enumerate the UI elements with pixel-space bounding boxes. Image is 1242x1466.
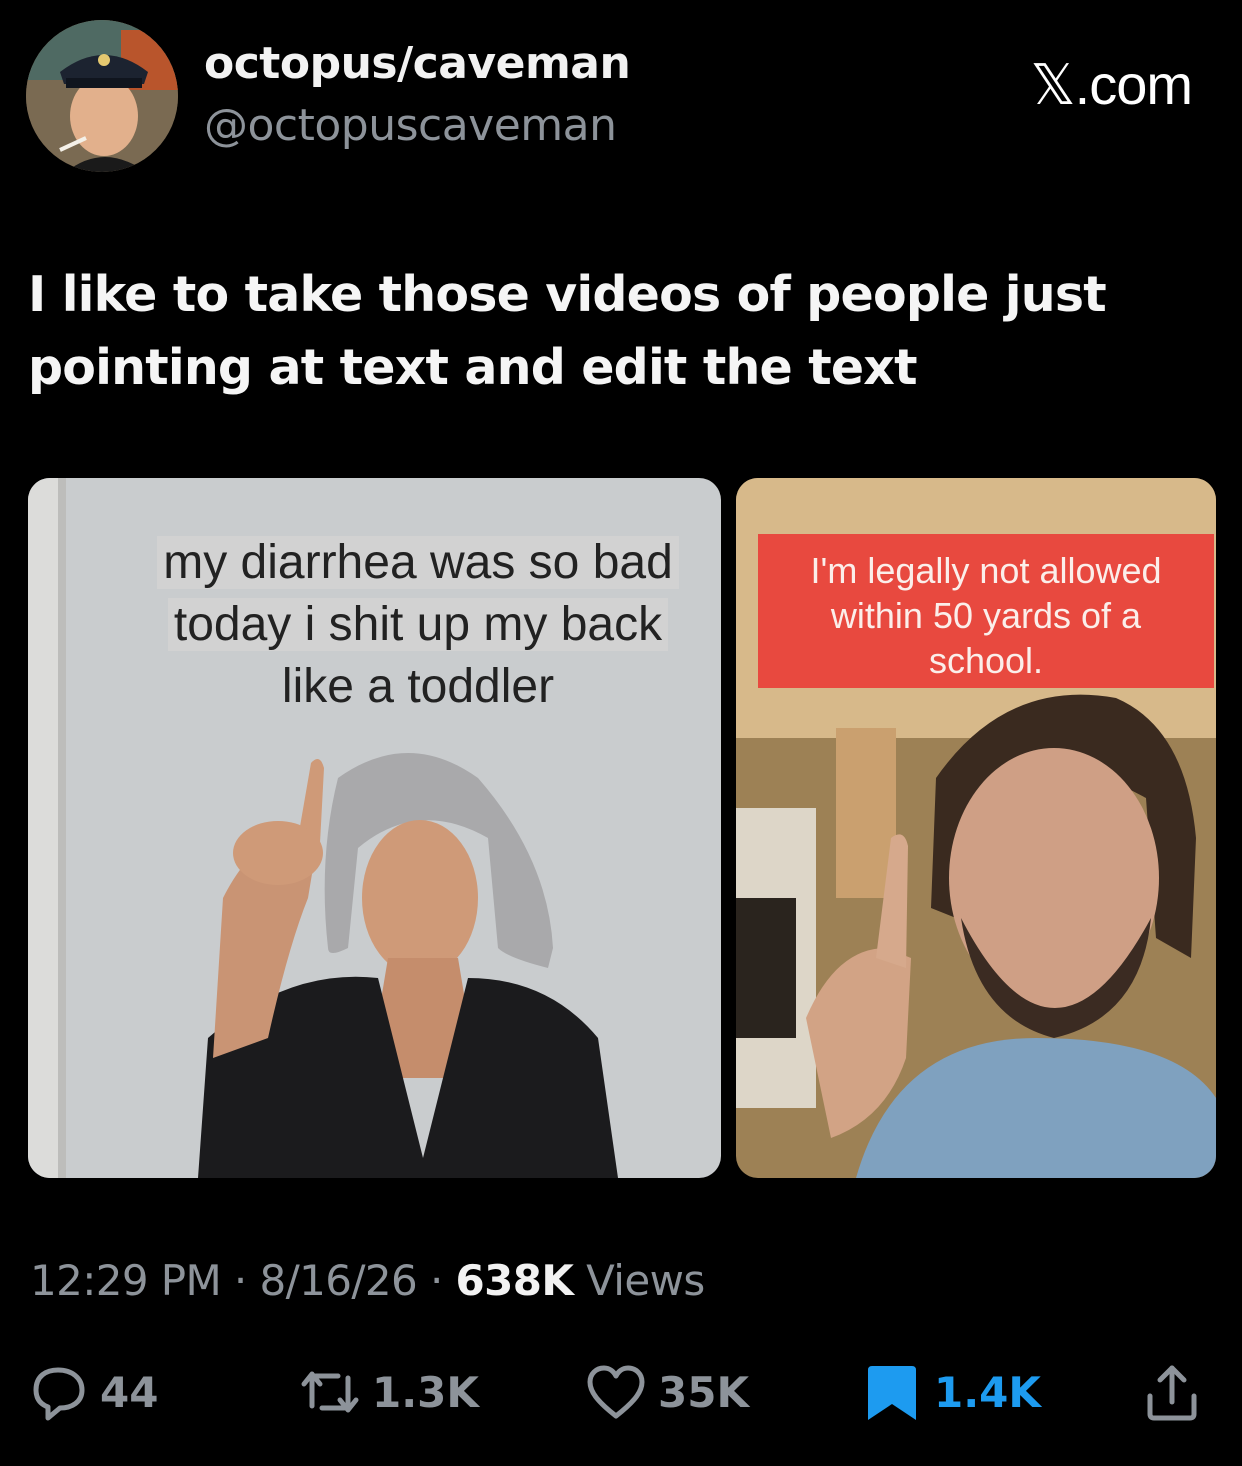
like-count: 35K bbox=[658, 1367, 749, 1417]
tweet-date[interactable]: 8/16/26 bbox=[259, 1256, 417, 1305]
caption-line: like a toddler bbox=[281, 660, 555, 713]
media-caption-left: my diarrhea was so bad today i shit up m… bbox=[113, 532, 721, 718]
meta-separator: · bbox=[233, 1256, 247, 1305]
share-icon bbox=[1140, 1362, 1204, 1422]
brand-logo: 𝕏.com bbox=[1030, 53, 1193, 116]
reply-count: 44 bbox=[100, 1367, 159, 1417]
bookmark-count: 1.4K bbox=[934, 1367, 1041, 1417]
author-handle[interactable]: @octopuscaveman bbox=[204, 100, 617, 151]
media-image-right[interactable]: I'm legally not allowed within 50 yards … bbox=[736, 478, 1216, 1178]
tweet-text-line: I like to take those videos of people ju… bbox=[28, 266, 1107, 323]
like-button[interactable]: 35K bbox=[584, 1362, 749, 1422]
author-display-name[interactable]: octopus/caveman bbox=[204, 38, 631, 89]
reply-icon bbox=[26, 1362, 90, 1422]
repost-count: 1.3K bbox=[372, 1367, 479, 1417]
media-image-left[interactable]: my diarrhea was so bad today i shit up m… bbox=[28, 478, 721, 1178]
repost-button[interactable]: 1.3K bbox=[298, 1362, 479, 1422]
caption-line: today i shit up my back bbox=[167, 598, 669, 651]
bookmark-button[interactable]: 1.4K bbox=[860, 1362, 1041, 1422]
meta-separator: · bbox=[429, 1256, 443, 1305]
heart-icon bbox=[584, 1362, 648, 1422]
caption-line: I'm legally not allowed bbox=[810, 550, 1162, 591]
repost-icon bbox=[298, 1362, 362, 1422]
tweet-text: I like to take those videos of people ju… bbox=[28, 258, 1208, 404]
tweet-meta: 12:29 PM · 8/16/26 · 638K Views bbox=[30, 1256, 705, 1305]
share-button[interactable] bbox=[1140, 1362, 1214, 1422]
views-count: 638K bbox=[455, 1256, 574, 1305]
caption-line: school. bbox=[928, 640, 1044, 681]
caption-line: within 50 yards of a bbox=[830, 595, 1142, 636]
views-label: Views bbox=[586, 1256, 705, 1305]
avatar[interactable] bbox=[26, 20, 178, 172]
tweet-time[interactable]: 12:29 PM bbox=[30, 1256, 222, 1305]
bookmark-icon bbox=[860, 1362, 924, 1422]
caption-line: my diarrhea was so bad bbox=[157, 536, 679, 589]
media-caption-right: I'm legally not allowed within 50 yards … bbox=[758, 534, 1214, 688]
reply-button[interactable]: 44 bbox=[26, 1362, 158, 1422]
tweet-text-line: pointing at text and edit the text bbox=[28, 339, 918, 396]
